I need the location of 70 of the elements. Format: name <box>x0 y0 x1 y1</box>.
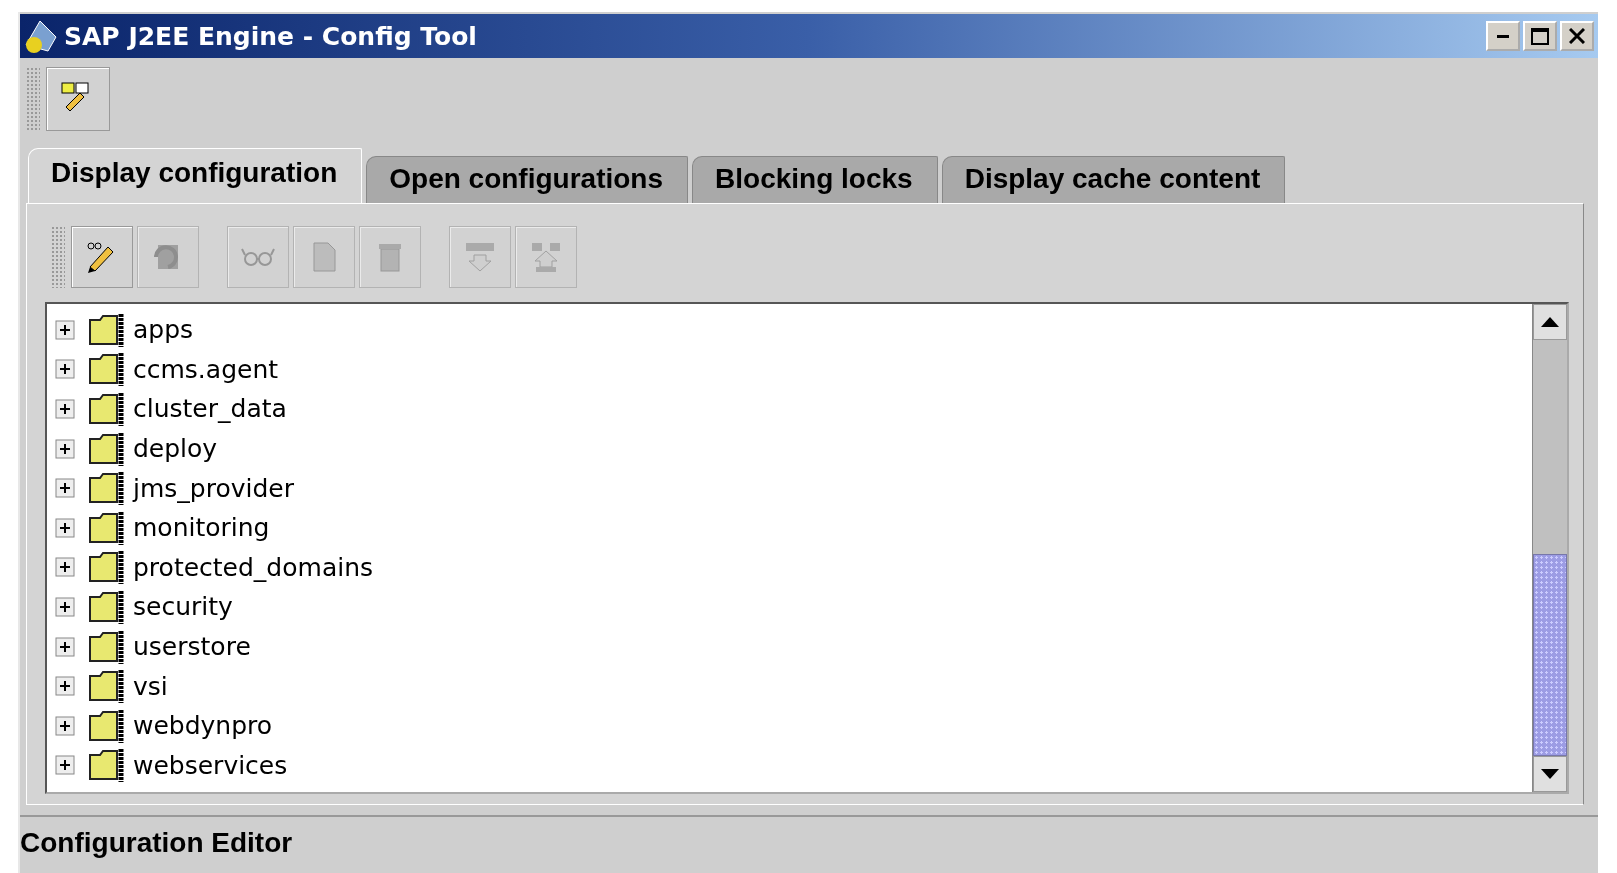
plus-icon <box>55 755 75 776</box>
scroll-down-button[interactable] <box>1533 756 1567 792</box>
status-text: Configuration Editor <box>20 815 1598 873</box>
window-title: SAP J2EE Engine - Config Tool <box>64 21 478 51</box>
maximize-icon <box>1531 27 1549 45</box>
scrollbar[interactable] <box>1532 304 1567 792</box>
tree-node-label[interactable]: ccms.agent <box>133 354 279 384</box>
expand-toggle[interactable] <box>55 359 75 380</box>
tree-node-label[interactable]: jms_provider <box>133 473 294 503</box>
folder-icon <box>87 311 127 348</box>
plus-icon <box>55 517 75 538</box>
expand-toggle[interactable] <box>55 438 75 459</box>
expand-toggle[interactable] <box>55 557 75 578</box>
expand-toggle[interactable] <box>55 596 75 617</box>
close-icon <box>1569 28 1585 44</box>
expand-toggle[interactable] <box>55 478 75 499</box>
plus-icon <box>55 636 75 657</box>
expand-toggle[interactable] <box>55 715 75 736</box>
tree-node-label[interactable]: vsi <box>133 671 168 701</box>
toolbar-grip[interactable] <box>51 226 65 288</box>
expand-toggle[interactable] <box>55 755 75 776</box>
close-button[interactable] <box>1560 21 1594 51</box>
maximize-button[interactable] <box>1523 21 1557 51</box>
tab[interactable]: Display cache content <box>941 156 1286 203</box>
minimize-icon <box>1497 34 1509 38</box>
folder-icon <box>87 747 127 784</box>
toolbar-grip[interactable] <box>26 67 40 131</box>
tree-node-label[interactable]: deploy <box>133 434 218 464</box>
expand-toggle[interactable] <box>55 676 75 697</box>
tab[interactable]: Blocking locks <box>692 156 938 203</box>
expand-toggle[interactable] <box>55 517 75 538</box>
folder-icon <box>87 549 127 586</box>
folder-icon <box>87 470 127 507</box>
toolbar-button[interactable] <box>46 67 110 131</box>
folder-icon <box>87 628 127 665</box>
plus-icon <box>55 319 75 340</box>
scroll-up-button[interactable] <box>1533 304 1567 340</box>
folder-icon <box>87 351 127 388</box>
folder-icon <box>87 391 127 427</box>
folder-icon <box>87 430 127 467</box>
tree-node-label[interactable]: apps <box>133 315 194 345</box>
folder-icon <box>87 707 127 744</box>
plus-icon <box>55 478 75 499</box>
up-arrow-icon <box>1540 316 1560 328</box>
tree-node-label[interactable]: security <box>133 592 233 622</box>
plus-icon <box>55 715 75 736</box>
folder-icon <box>87 668 127 705</box>
tree-node-label[interactable]: webdynpro <box>133 711 273 741</box>
down-arrow-icon <box>1540 768 1560 780</box>
plus-icon <box>55 399 75 419</box>
tree-node-label[interactable]: userstore <box>133 632 251 662</box>
tree-node-label[interactable]: monitoring <box>133 513 270 543</box>
plus-icon <box>55 438 75 459</box>
tab[interactable]: Open configurations <box>366 156 689 203</box>
expand-toggle[interactable] <box>55 319 75 340</box>
tree-node-label[interactable]: webservices <box>133 750 288 780</box>
toolbar-button[interactable] <box>71 226 133 288</box>
tree-node-label[interactable]: protected_domains <box>133 552 374 582</box>
plus-icon <box>55 676 75 697</box>
plus-icon <box>55 359 75 380</box>
plus-icon <box>55 596 75 617</box>
expand-toggle[interactable] <box>55 636 75 657</box>
tree-node-label[interactable]: cluster_data <box>133 394 287 424</box>
scroll-thumb[interactable] <box>1533 554 1567 756</box>
minimize-button[interactable] <box>1486 21 1520 51</box>
tab[interactable]: Display configuration <box>28 148 363 203</box>
folder-icon <box>87 588 127 625</box>
folder-icon <box>87 509 127 546</box>
plus-icon <box>55 557 75 578</box>
expand-toggle[interactable] <box>55 399 75 419</box>
